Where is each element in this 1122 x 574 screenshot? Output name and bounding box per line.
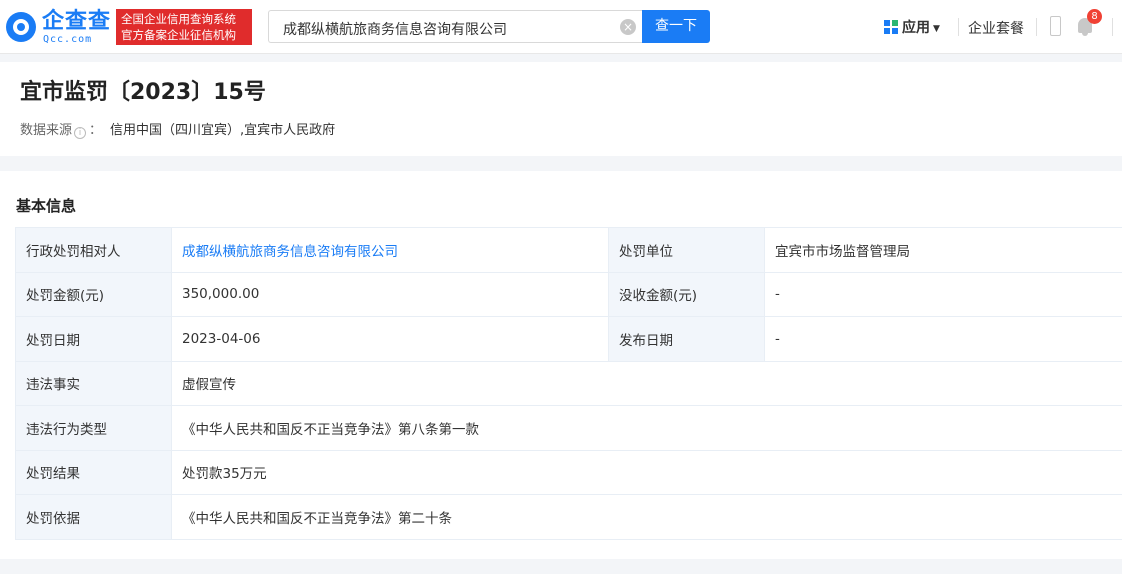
field-label: 违法事实 [15, 360, 172, 406]
divider [1112, 18, 1113, 36]
field-value: - [764, 271, 1122, 317]
field-value: 虚假宣传 [171, 360, 1122, 406]
clear-icon[interactable]: × [620, 19, 636, 35]
apps-grid-icon [884, 20, 898, 34]
field-label: 处罚日期 [15, 316, 172, 362]
page-title: 宜市监罚〔2023〕15号 [20, 80, 266, 105]
logo-mark-icon [6, 12, 36, 42]
field-value: - [764, 316, 1122, 362]
table-row: 违法行为类型 《中华人民共和国反不正当竞争法》第八条第一款 [15, 405, 1122, 451]
caret-down-icon: ▼ [933, 24, 940, 34]
source-label: 数据来源 [20, 123, 73, 138]
search-input[interactable]: 成都纵横航旅商务信息咨询有限公司 × [268, 10, 642, 43]
table-row: 处罚金额(元) 350,000.00 没收金额(元) - [15, 271, 1122, 317]
slogan-badge: 全国企业信用查询系统 官方备案企业征信机构 [116, 9, 252, 45]
field-label: 行政处罚相对人 [15, 227, 172, 273]
data-source: 数据来源 i： 信用中国（四川宜宾）,宜宾市人民政府 [20, 119, 335, 139]
slogan-line-1: 全国企业信用查询系统 [121, 12, 236, 26]
field-value: 宜宾市市场监督管理局 [764, 227, 1122, 273]
source-value: 信用中国（四川宜宾）,宜宾市人民政府 [110, 123, 336, 138]
table-row: 行政处罚相对人 成都纵横航旅商务信息咨询有限公司 处罚单位 宜宾市市场监督管理局 [15, 227, 1122, 273]
qcc-logo[interactable]: 企查查 Qcc.com [6, 9, 112, 45]
divider [958, 18, 959, 36]
field-label: 违法行为类型 [15, 405, 172, 451]
notification-badge: 8 [1087, 9, 1102, 24]
enterprise-package-link[interactable]: 企业套餐 [968, 18, 1024, 38]
logo-name: 企查查 [42, 9, 112, 34]
mobile-app-icon[interactable] [1050, 16, 1061, 36]
basic-info-card: 基本信息 行政处罚相对人 成都纵横航旅商务信息咨询有限公司 处罚单位 宜宾市市场… [0, 171, 1122, 559]
title-card: 宜市监罚〔2023〕15号 数据来源 i： 信用中国（四川宜宾）,宜宾市人民政府 [0, 62, 1122, 156]
field-label: 处罚单位 [608, 227, 765, 273]
table-row: 处罚日期 2023-04-06 发布日期 - [15, 316, 1122, 362]
slogan-line-2: 官方备案企业征信机构 [121, 28, 236, 42]
search-input-value: 成都纵横航旅商务信息咨询有限公司 [283, 22, 507, 38]
divider [1036, 18, 1037, 36]
field-label: 没收金额(元) [608, 271, 765, 317]
table-row: 处罚结果 处罚款35万元 [15, 449, 1122, 495]
company-link[interactable]: 成都纵横航旅商务信息咨询有限公司 [171, 227, 609, 273]
top-navigation-bar: 企查查 Qcc.com 全国企业信用查询系统 官方备案企业征信机构 成都纵横航旅… [0, 0, 1122, 54]
field-value: 《中华人民共和国反不正当竞争法》第八条第一款 [171, 405, 1122, 451]
field-value: 2023-04-06 [171, 316, 609, 362]
table-row: 处罚依据 《中华人民共和国反不正当竞争法》第二十条 [15, 494, 1122, 540]
field-label: 处罚金额(元) [15, 271, 172, 317]
info-icon[interactable]: i [74, 127, 87, 139]
table-row: 违法事实 虚假宣传 [15, 360, 1122, 406]
field-value: 《中华人民共和国反不正当竞争法》第二十条 [171, 494, 1122, 540]
logo-domain: Qcc.com [43, 34, 93, 45]
field-label: 发布日期 [608, 316, 765, 362]
section-title: 基本信息 [16, 197, 77, 215]
source-colon: ： [89, 123, 103, 138]
field-value: 处罚款35万元 [171, 449, 1122, 495]
field-label: 处罚结果 [15, 449, 172, 495]
apps-menu[interactable]: 应用 ▼ [884, 17, 940, 37]
basic-info-table: 行政处罚相对人 成都纵横航旅商务信息咨询有限公司 处罚单位 宜宾市市场监督管理局… [15, 227, 1122, 540]
field-value: 350,000.00 [171, 271, 609, 317]
field-label: 处罚依据 [15, 494, 172, 540]
search-button[interactable]: 查一下 [642, 10, 710, 43]
apps-label: 应用 [902, 20, 930, 36]
